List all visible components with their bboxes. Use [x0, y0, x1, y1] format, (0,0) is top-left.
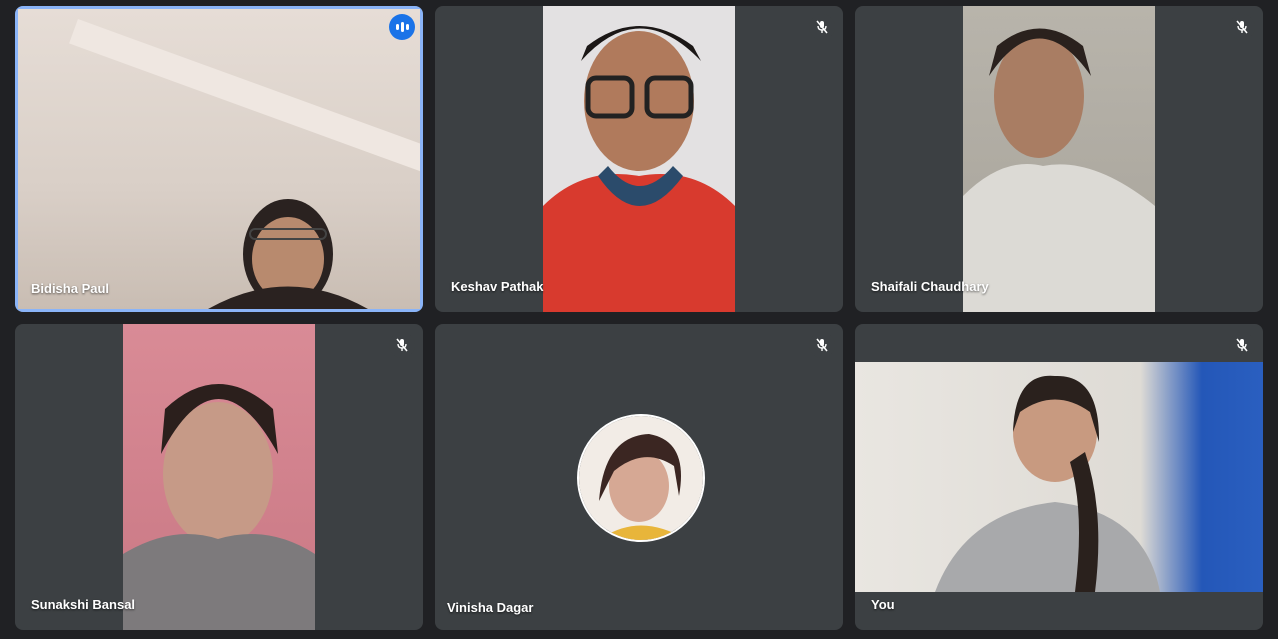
participant-video: [543, 6, 735, 312]
person-silhouette: [123, 384, 315, 630]
participant-name: Bidisha Paul: [31, 281, 110, 296]
participant-video: [123, 324, 315, 630]
person-silhouette: [935, 375, 1160, 592]
person-silhouette: [208, 199, 368, 309]
participant-tile-bidisha-paul[interactable]: Bidisha Paul: [15, 6, 423, 312]
participant-video: [855, 362, 1263, 592]
avatar-image: [579, 416, 703, 540]
person-silhouette: [543, 26, 735, 312]
participant-tile-vinisha-dagar[interactable]: Vinisha Dagar: [435, 324, 843, 630]
participant-name: Shaifali Chaudhary: [871, 279, 989, 294]
mic-off-icon: [1229, 14, 1255, 40]
participant-name: Vinisha Dagar: [447, 600, 534, 615]
participant-tile-sunakshi-bansal[interactable]: Sunakshi Bansal: [15, 324, 423, 630]
mic-off-icon: [389, 332, 415, 358]
participant-avatar: [577, 414, 705, 542]
participant-tile-keshav-pathak[interactable]: Keshav Pathak: [435, 6, 843, 312]
mic-off-icon: [1229, 332, 1255, 358]
participant-video: [18, 9, 420, 309]
mic-off-icon: [809, 332, 835, 358]
participant-tile-shaifali-chaudhary[interactable]: Shaifali Chaudhary: [855, 6, 1263, 312]
participant-tile-self[interactable]: You: [855, 324, 1263, 630]
participant-name: Sunakshi Bansal: [31, 597, 136, 612]
audio-level-icon: [389, 14, 415, 40]
participant-name: Keshav Pathak: [451, 279, 544, 294]
participant-name: You: [871, 597, 895, 612]
participant-video: [963, 6, 1155, 312]
mic-off-icon: [809, 14, 835, 40]
person-silhouette: [963, 28, 1155, 312]
